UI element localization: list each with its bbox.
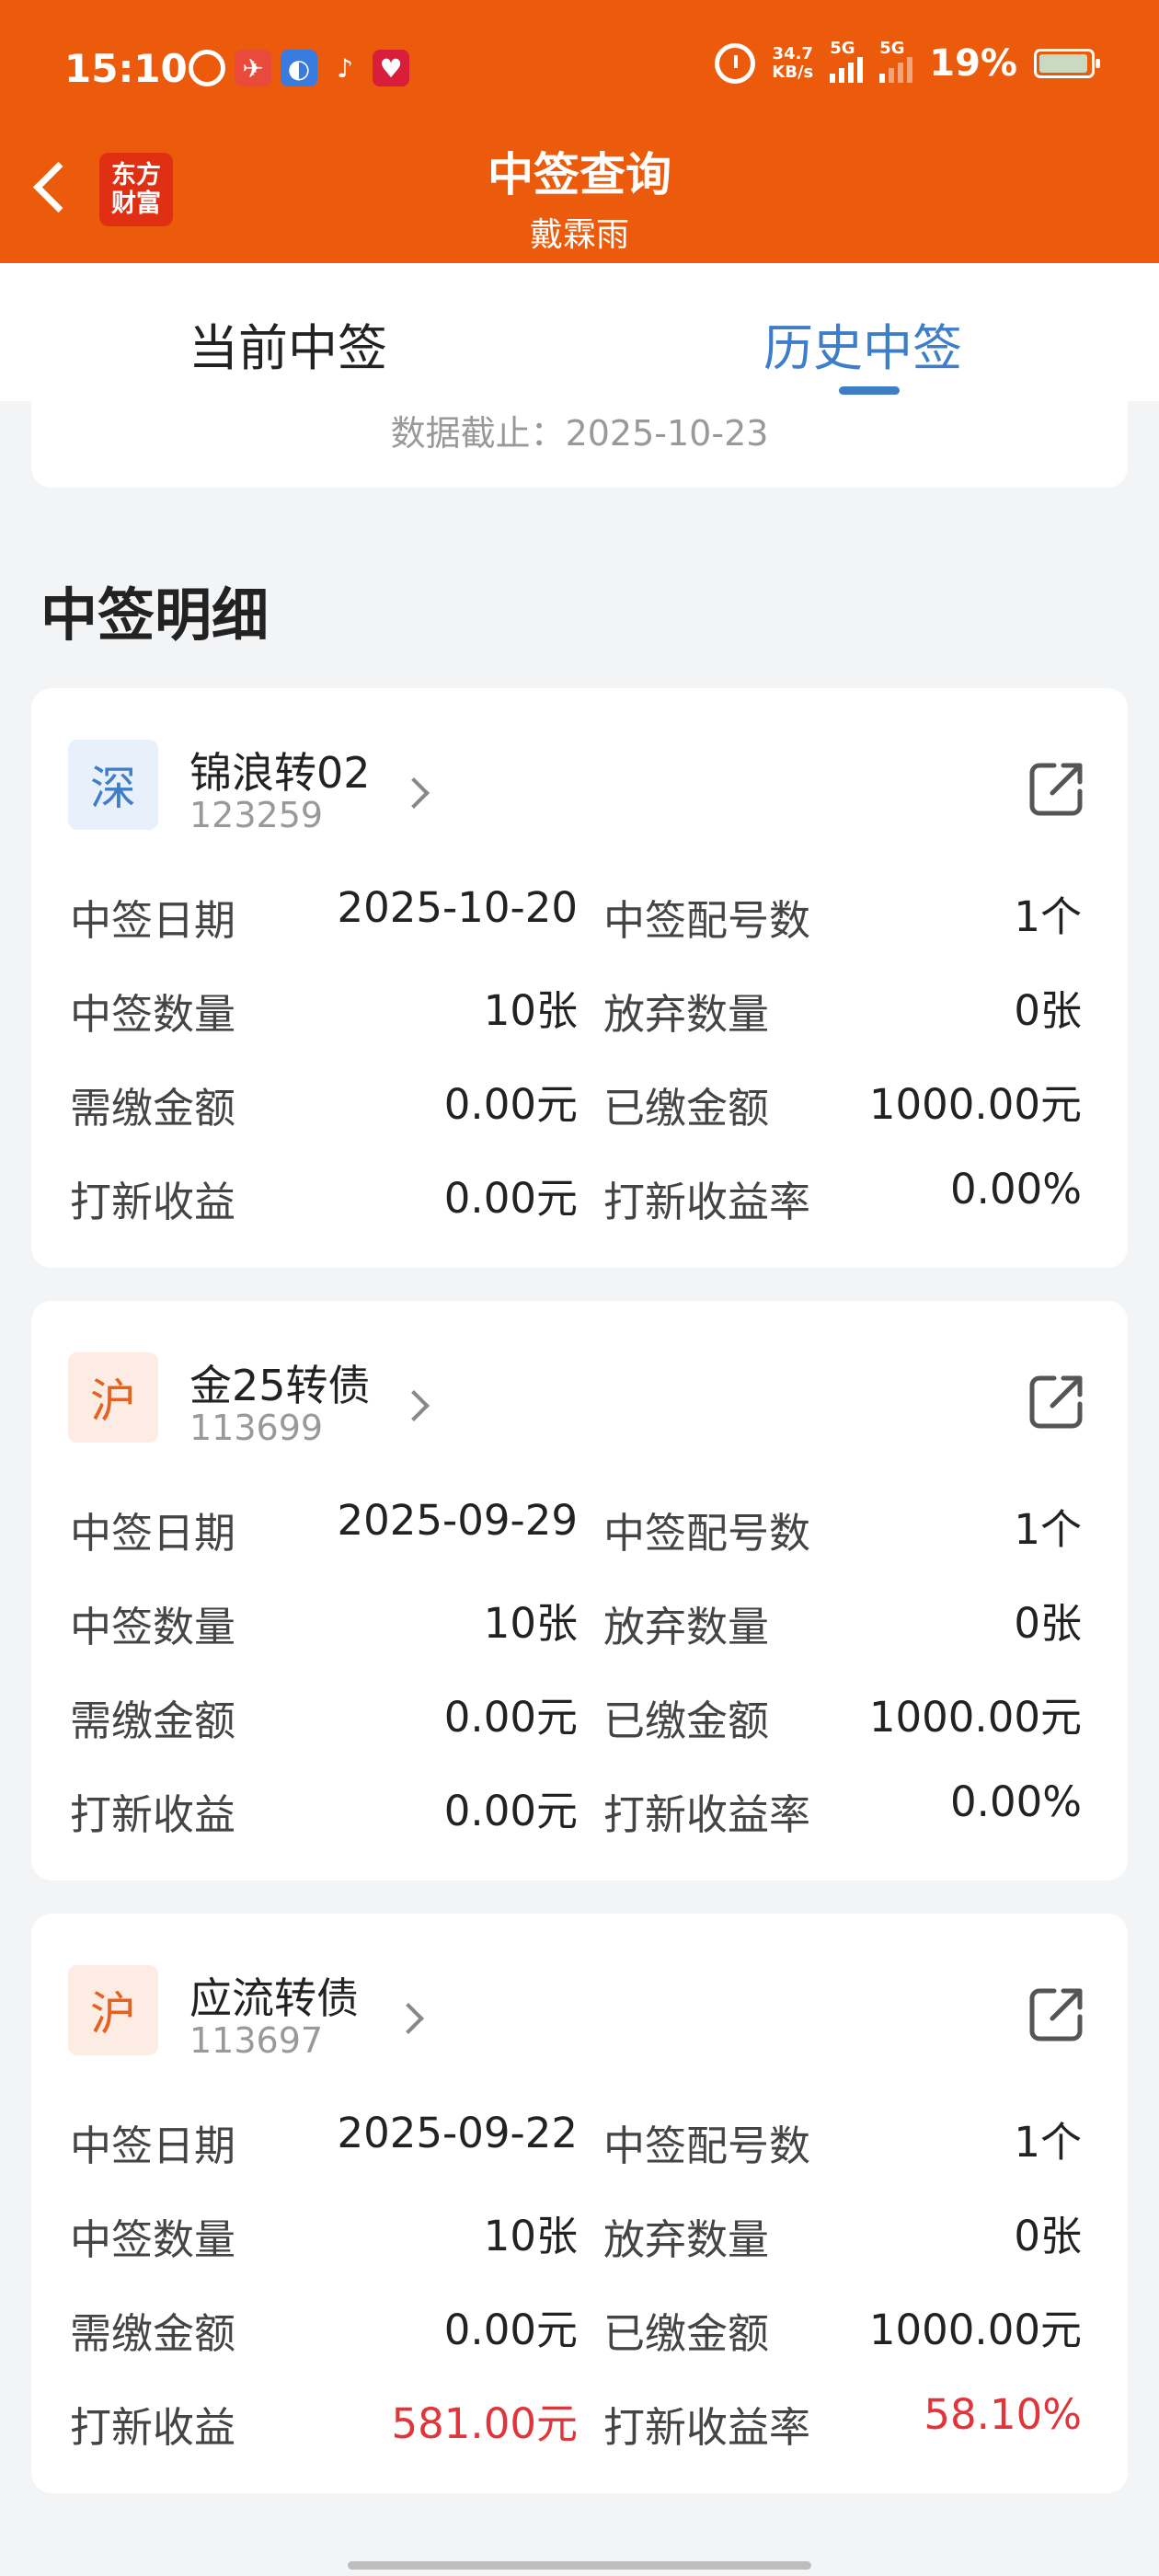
market-badge: 深 bbox=[68, 740, 158, 830]
label-win-count: 中签配号数 bbox=[603, 1509, 811, 1558]
value-paid-amount: 1000.00元 bbox=[868, 1693, 1082, 1742]
battery-percent: 19% bbox=[929, 42, 1017, 85]
alarm-icon bbox=[715, 43, 756, 84]
notification-icons: ✈ ◐ ♪ ♥ bbox=[189, 50, 409, 86]
value-win-date: 2025-09-22 bbox=[337, 2109, 578, 2157]
value-abandon-qty: 0张 bbox=[1014, 986, 1082, 1035]
tiktok-icon: ♪ bbox=[337, 52, 353, 84]
value-due-amount: 0.00元 bbox=[443, 2306, 578, 2354]
bond-code: 123259 bbox=[189, 795, 324, 835]
tab-bar: 当前中签 历史中签 bbox=[0, 263, 1159, 401]
label-win-qty: 中签数量 bbox=[70, 2215, 236, 2264]
value-abandon-qty: 0张 bbox=[1014, 1599, 1082, 1648]
label-due-amount: 需缴金额 bbox=[70, 1084, 236, 1133]
external-link-icon[interactable] bbox=[1027, 1985, 1085, 2044]
chevron-right-icon[interactable] bbox=[393, 2003, 424, 2034]
label-profit-rate: 打新收益率 bbox=[603, 2403, 811, 2452]
tab-current-winning[interactable]: 当前中签 bbox=[189, 307, 387, 380]
value-profit: 0.00元 bbox=[443, 1787, 578, 1835]
value-win-count: 1个 bbox=[1014, 1505, 1082, 1554]
value-win-count: 1个 bbox=[1014, 2118, 1082, 2167]
label-due-amount: 需缴金额 bbox=[70, 2309, 236, 2358]
mail-icon: ✈ bbox=[235, 50, 271, 86]
chevron-right-icon[interactable] bbox=[398, 1390, 430, 1421]
label-win-qty: 中签数量 bbox=[70, 1603, 236, 1651]
value-paid-amount: 1000.00元 bbox=[868, 1080, 1082, 1129]
data-deadline: 数据截止：2025-10-23 bbox=[390, 413, 769, 454]
value-profit: 0.00元 bbox=[443, 1174, 578, 1223]
label-profit-rate: 打新收益率 bbox=[603, 1178, 811, 1226]
home-indicator[interactable] bbox=[348, 2561, 811, 2570]
label-profit: 打新收益 bbox=[70, 1178, 236, 1226]
label-win-date: 中签日期 bbox=[70, 2122, 236, 2170]
win-record-card[interactable]: 沪应流转债 113697 中签日期 2025-09-22 中签配号数 1个中签数量 10张… bbox=[31, 1914, 1128, 2493]
label-abandon-qty: 放弃数量 bbox=[603, 990, 770, 1039]
signal-icon: 5G bbox=[830, 39, 864, 83]
value-due-amount: 0.00元 bbox=[443, 1080, 578, 1129]
value-abandon-qty: 0张 bbox=[1014, 2212, 1082, 2260]
value-win-qty: 10张 bbox=[483, 2212, 578, 2260]
value-win-date: 2025-09-29 bbox=[337, 1496, 578, 1545]
bond-name[interactable]: 锦浪转02 bbox=[189, 740, 371, 800]
value-win-date: 2025-10-20 bbox=[337, 883, 578, 932]
label-paid-amount: 已缴金额 bbox=[603, 1084, 770, 1133]
status-indicators: 34.7 KB/s 5G 5G 19% bbox=[715, 39, 1100, 85]
shopping-icon: ♥ bbox=[373, 50, 409, 86]
label-win-date: 中签日期 bbox=[70, 896, 236, 945]
section-title: 中签明细 bbox=[40, 581, 270, 649]
label-profit: 打新收益 bbox=[70, 1790, 236, 1839]
bond-code: 113697 bbox=[189, 2020, 324, 2061]
status-bar: 15:10 ✈ ◐ ♪ ♥ 34.7 KB/s 5G 5G 19% bbox=[0, 0, 1159, 138]
label-win-count: 中签配号数 bbox=[603, 896, 811, 945]
bond-code: 113699 bbox=[189, 1408, 324, 1448]
label-paid-amount: 已缴金额 bbox=[603, 2309, 770, 2358]
value-win-count: 1个 bbox=[1014, 892, 1082, 941]
value-paid-amount: 1000.00元 bbox=[868, 2306, 1082, 2354]
app-icon: ◐ bbox=[281, 50, 317, 86]
net-speed: 34.7 KB/s bbox=[772, 44, 814, 82]
chevron-right-icon[interactable] bbox=[398, 777, 430, 809]
summary-card: 数据截止：2025-10-23 bbox=[31, 401, 1128, 488]
value-profit-rate: 0.00% bbox=[950, 1165, 1082, 1213]
value-profit-rate: 58.10% bbox=[924, 2390, 1082, 2439]
app-header: 15:10 ✈ ◐ ♪ ♥ 34.7 KB/s 5G 5G 19% 东方财富 中… bbox=[0, 0, 1159, 263]
label-profit: 打新收益 bbox=[70, 2403, 236, 2452]
label-due-amount: 需缴金额 bbox=[70, 1696, 236, 1745]
value-win-qty: 10张 bbox=[483, 986, 578, 1035]
tab-history-winning[interactable]: 历史中签 bbox=[763, 307, 962, 380]
label-profit-rate: 打新收益率 bbox=[603, 1790, 811, 1839]
label-win-date: 中签日期 bbox=[70, 1509, 236, 1558]
label-abandon-qty: 放弃数量 bbox=[603, 2215, 770, 2264]
external-link-icon[interactable] bbox=[1027, 760, 1085, 819]
market-badge: 沪 bbox=[68, 1965, 158, 2055]
bond-name[interactable]: 金25转债 bbox=[189, 1352, 371, 1413]
active-tab-indicator bbox=[839, 386, 900, 395]
account-name: 戴霖雨 bbox=[529, 216, 629, 254]
win-record-card[interactable]: 深锦浪转02 123259 中签日期 2025-10-20 中签配号数 1个中签数量 10… bbox=[31, 688, 1128, 1268]
bond-name[interactable]: 应流转债 bbox=[189, 1965, 359, 2026]
market-badge: 沪 bbox=[68, 1352, 158, 1443]
battery-icon bbox=[1034, 49, 1100, 78]
external-link-icon[interactable] bbox=[1027, 1373, 1085, 1432]
label-win-qty: 中签数量 bbox=[70, 990, 236, 1039]
page-title: 中签查询 bbox=[488, 148, 671, 201]
status-time: 15:10 bbox=[64, 46, 188, 91]
value-profit: 581.00元 bbox=[391, 2399, 578, 2448]
qq-icon bbox=[189, 50, 225, 86]
signal-icon-2: 5G bbox=[879, 39, 913, 83]
value-profit-rate: 0.00% bbox=[950, 1777, 1082, 1826]
win-record-card[interactable]: 沪金25转债 113699 中签日期 2025-09-29 中签配号数 1个中签数量 10… bbox=[31, 1301, 1128, 1880]
label-win-count: 中签配号数 bbox=[603, 2122, 811, 2170]
value-due-amount: 0.00元 bbox=[443, 1693, 578, 1742]
value-win-qty: 10张 bbox=[483, 1599, 578, 1648]
label-abandon-qty: 放弃数量 bbox=[603, 1603, 770, 1651]
label-paid-amount: 已缴金额 bbox=[603, 1696, 770, 1745]
